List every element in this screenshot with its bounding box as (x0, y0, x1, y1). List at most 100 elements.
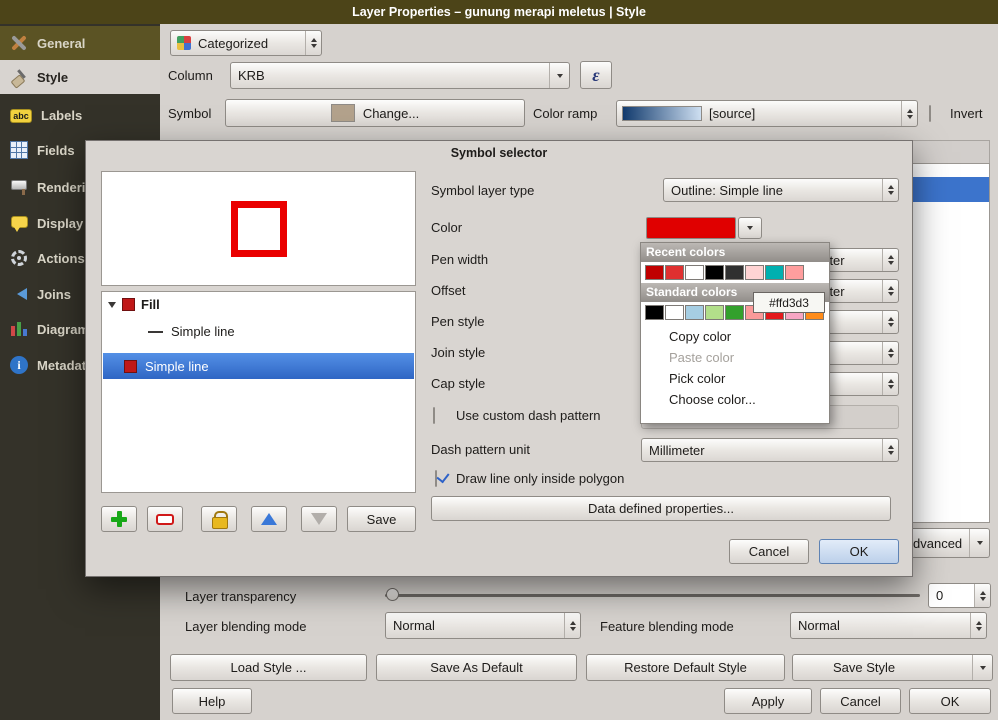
column-select[interactable]: KRB (230, 62, 570, 89)
color-swatch[interactable] (745, 265, 764, 280)
recent-colors-header: Recent colors (641, 243, 829, 262)
line-glyph-icon (148, 331, 163, 333)
draw-inside-checkbox[interactable] (435, 470, 437, 487)
color-swatch[interactable] (705, 265, 724, 280)
tree-item-label: Simple line (171, 324, 235, 339)
modal-cancel-button[interactable]: Cancel (729, 539, 809, 564)
color-swatch[interactable] (705, 305, 724, 320)
menu-item-paste-color: Paste color (641, 347, 829, 368)
transparency-slider-track[interactable] (385, 594, 920, 597)
color-swatch[interactable] (685, 305, 704, 320)
sidebar-item-label: Labels (41, 108, 82, 123)
table-icon (10, 141, 28, 159)
cancel-button[interactable]: Cancel (820, 688, 901, 714)
chevron-updown-icon (882, 439, 898, 461)
change-button-label: Change... (363, 106, 419, 121)
color-ramp-select[interactable]: [source] (616, 100, 918, 127)
tree-item-simple-line-1[interactable]: Simple line (148, 324, 235, 339)
chevron-updown-icon (305, 31, 321, 55)
apply-button[interactable]: Apply (724, 688, 812, 714)
window-title: Layer Properties – gunung merapi meletus… (352, 5, 646, 19)
chevron-down-icon (549, 63, 569, 88)
save-symbol-button[interactable]: Save (347, 506, 416, 532)
remove-layer-button[interactable] (147, 506, 183, 532)
sidebar-item-label: General (37, 36, 85, 51)
chevron-down-icon (747, 226, 753, 230)
lock-layer-button[interactable] (201, 506, 237, 532)
abc-label-icon: abc (10, 109, 32, 123)
info-icon: i (10, 356, 28, 374)
feature-blending-select[interactable]: Normal (790, 612, 987, 639)
transparency-slider-handle[interactable] (386, 588, 399, 601)
sidebar-item-labels[interactable]: abc Labels (0, 98, 160, 132)
ok-button[interactable]: OK (909, 688, 991, 714)
dash-unit-value: Millimeter (642, 443, 882, 458)
color-swatch[interactable] (785, 265, 804, 280)
sidebar-item-label: Fields (37, 143, 75, 158)
data-defined-properties-button[interactable]: Data defined properties... (431, 496, 891, 521)
dash-unit-select[interactable]: Millimeter (641, 438, 899, 462)
advanced-button[interactable]: dvanced (913, 528, 990, 558)
color-swatch[interactable] (645, 305, 664, 320)
move-down-button[interactable] (301, 506, 337, 532)
custom-dash-checkbox[interactable] (433, 407, 435, 424)
symbol-color-swatch (331, 104, 355, 122)
modal-ok-button[interactable]: OK (819, 539, 899, 564)
symbol-layer-type-label: Symbol layer type (431, 178, 534, 202)
color-swatch[interactable] (685, 265, 704, 280)
expression-button[interactable]: ε (580, 61, 612, 89)
sidebar-item-label: Actions (37, 251, 85, 266)
tree-item-simple-line-2-selected[interactable]: Simple line (103, 353, 414, 379)
join-arrow-icon (10, 285, 28, 303)
color-swatch[interactable] (645, 265, 664, 280)
offset-label: Offset (431, 278, 465, 302)
chevron-updown-icon (882, 249, 898, 271)
symbol-layer-tree[interactable]: Fill Simple line Simple line (101, 291, 416, 493)
symbol-change-button[interactable]: Change... (225, 99, 525, 127)
spinner-arrows-icon[interactable] (974, 584, 990, 607)
help-button[interactable]: Help (172, 688, 252, 714)
symbol-preview (101, 171, 416, 286)
cap-style-label: Cap style (431, 371, 485, 395)
advanced-button-label: dvanced (913, 536, 962, 551)
color-swatch[interactable] (725, 265, 744, 280)
sidebar-item-general[interactable]: General (0, 26, 160, 60)
tree-item-label: Fill (141, 297, 160, 312)
column-value: KRB (231, 68, 549, 83)
qgis-window: Layer Properties – gunung merapi meletus… (0, 0, 998, 720)
menu-item-copy-color[interactable]: Copy color (641, 326, 829, 347)
recent-colors-row (641, 262, 829, 283)
transparency-value: 0 (929, 588, 974, 603)
tree-item-fill[interactable]: Fill (108, 297, 160, 312)
menu-item-pick-color[interactable]: Pick color (641, 368, 829, 389)
layer-blending-label: Layer blending mode (185, 616, 306, 636)
sidebar-item-label: Style (37, 70, 68, 85)
chevron-updown-icon (564, 613, 580, 638)
layer-blending-select[interactable]: Normal (385, 612, 581, 639)
color-label: Color (431, 215, 462, 239)
custom-dash-label: Use custom dash pattern (456, 404, 601, 426)
categorized-icon (177, 36, 191, 50)
color-swatch[interactable] (665, 305, 684, 320)
save-as-default-button[interactable]: Save As Default (376, 654, 577, 681)
symbol-preview-square (231, 201, 287, 257)
color-button[interactable] (646, 217, 736, 239)
symbol-layer-type-select[interactable]: Outline: Simple line (663, 178, 899, 202)
expand-triangle-icon[interactable] (108, 302, 116, 312)
chevron-updown-icon (882, 311, 898, 333)
move-up-button[interactable] (251, 506, 287, 532)
restore-default-style-button[interactable]: Restore Default Style (586, 654, 785, 681)
menu-item-choose-color[interactable]: Choose color... (641, 389, 829, 410)
color-swatch[interactable] (725, 305, 744, 320)
dash-unit-label: Dash pattern unit (431, 437, 530, 461)
add-layer-button[interactable] (101, 506, 137, 532)
color-swatch[interactable] (765, 265, 784, 280)
load-style-button[interactable]: Load Style ... (170, 654, 367, 681)
save-style-button[interactable]: Save Style (792, 654, 993, 681)
color-swatch[interactable] (665, 265, 684, 280)
invert-checkbox[interactable] (929, 105, 931, 122)
renderer-select[interactable]: Categorized (170, 30, 322, 56)
sidebar-item-style[interactable]: Style (0, 60, 160, 94)
color-dropdown-button[interactable] (738, 217, 762, 239)
transparency-spinbox[interactable]: 0 (928, 583, 991, 608)
